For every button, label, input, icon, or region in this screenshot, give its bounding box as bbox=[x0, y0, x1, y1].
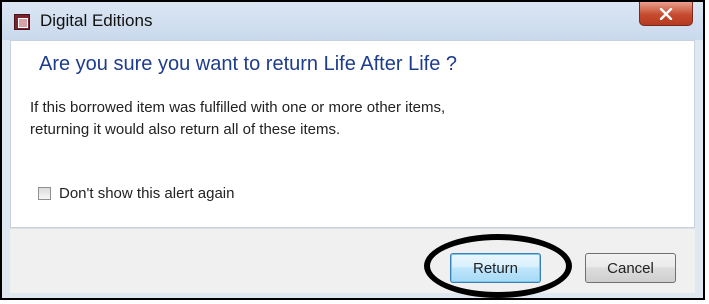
message-line-2: returning it would also return all of th… bbox=[30, 121, 341, 138]
window-title: Digital Editions bbox=[40, 11, 153, 30]
dialog-content: Are you sure you want to return Life Aft… bbox=[10, 40, 695, 228]
close-button[interactable] bbox=[639, 2, 693, 26]
dialog-footer: Return Cancel bbox=[10, 228, 695, 293]
dont-show-again-label[interactable]: Don't show this alert again bbox=[59, 185, 234, 202]
dialog-heading: Are you sure you want to return Life Aft… bbox=[39, 53, 458, 75]
close-icon bbox=[659, 7, 673, 20]
dont-show-again-row[interactable]: Don't show this alert again bbox=[38, 185, 234, 202]
cancel-button[interactable]: Cancel bbox=[585, 253, 676, 283]
app-icon bbox=[14, 14, 30, 30]
title-bar[interactable]: Digital Editions bbox=[2, 2, 703, 40]
return-button[interactable]: Return bbox=[450, 253, 541, 283]
message-line-1: If this borrowed item was fulfilled with… bbox=[30, 99, 446, 116]
dialog-window: Digital Editions Are you sure you want t… bbox=[0, 0, 705, 300]
dont-show-again-checkbox[interactable] bbox=[38, 187, 51, 200]
